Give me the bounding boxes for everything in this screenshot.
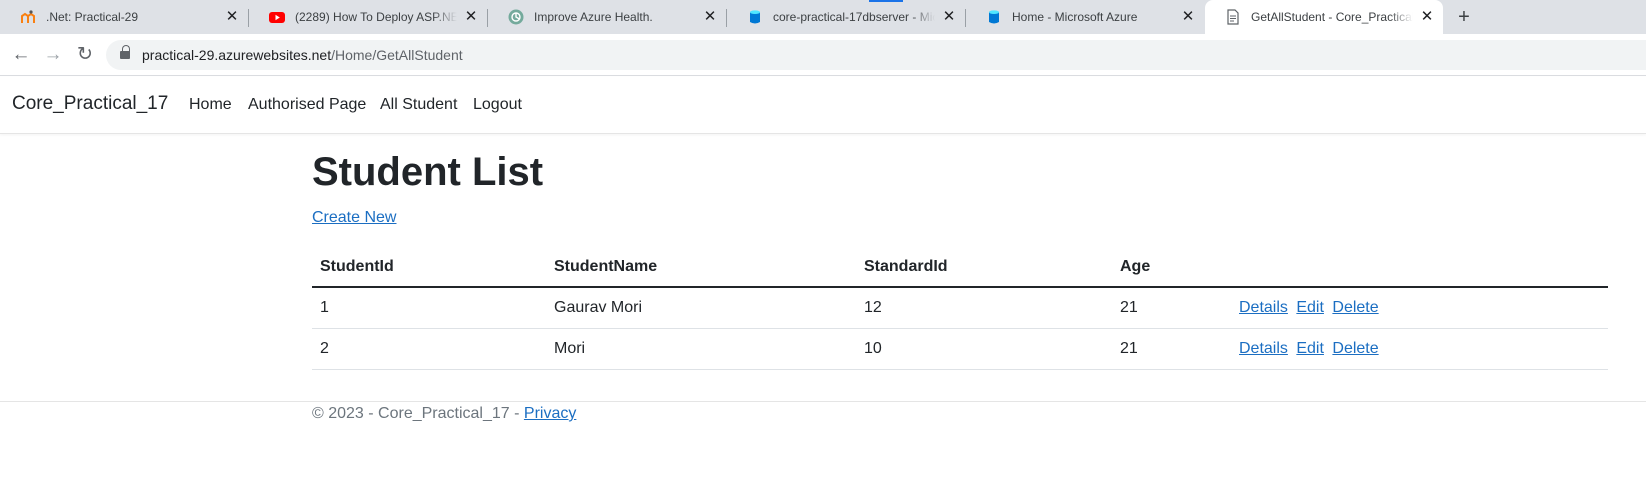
close-icon[interactable]: ✕ [224,9,240,25]
url-text[interactable]: practical-29.azurewebsites.net/Home/GetA… [142,47,463,63]
page-title: Student List [312,150,544,194]
moodle-icon [20,9,36,25]
tab-chatgpt[interactable]: Improve Azure Health. ✕ [488,0,726,34]
tab-moodle[interactable]: .Net: Practical-29 ✕ [0,0,248,34]
chatgpt-icon [508,9,524,25]
table-row: 2 Mori 10 21 Details Edit Delete [312,328,1608,370]
edit-link[interactable]: Edit [1296,340,1324,357]
azure-sql-icon [747,9,763,25]
create-new-link[interactable]: Create New [312,209,396,227]
tab-getallstudent[interactable]: GetAllStudent - Core_Practical_17 ✕ [1205,0,1443,34]
cell-studentid: 1 [312,287,546,329]
delete-link[interactable]: Delete [1332,299,1378,316]
close-icon[interactable]: ✕ [702,9,718,25]
site-brand[interactable]: Core_Practical_17 [12,93,168,115]
close-icon[interactable]: ✕ [941,9,957,25]
column-header-standardid: StandardId [856,247,1112,288]
cell-standardid: 12 [856,287,1112,329]
nav-logout[interactable]: Logout [473,96,522,114]
reload-icon[interactable]: ↻ [72,42,98,68]
site-footer: © 2023 - Core_Practical_17 - Privacy [312,405,576,423]
azure-icon [986,9,1002,25]
tab-title: core-practical-17dbserver - Micro [773,10,935,24]
new-tab-button[interactable]: + [1452,5,1476,29]
delete-link[interactable]: Delete [1332,340,1378,357]
forward-icon[interactable]: → [40,42,66,68]
table-header-row: StudentId StudentName StandardId Age [312,247,1608,288]
cell-studentname: Mori [546,328,856,370]
column-header-actions [1231,247,1608,288]
tab-title: (2289) How To Deploy ASP.NET A [295,10,457,24]
edit-link[interactable]: Edit [1296,299,1324,316]
cell-standardid: 10 [856,328,1112,370]
footer-divider [0,401,1646,402]
privacy-link[interactable]: Privacy [524,405,576,422]
tab-azure-sql[interactable]: core-practical-17dbserver - Micro ✕ [727,0,965,34]
page-icon [1225,9,1241,25]
column-header-studentid: StudentId [312,247,546,288]
nav-all-student[interactable]: All Student [380,96,457,114]
close-icon[interactable]: ✕ [463,9,479,25]
tab-azure-home[interactable]: Home - Microsoft Azure ✕ [966,0,1204,34]
url-host: practical-29.azurewebsites.net [142,47,332,63]
cell-actions: Details Edit Delete [1231,328,1608,370]
footer-copyright: © 2023 - Core_Practical_17 - [312,405,520,422]
table-row: 1 Gaurav Mori 12 21 Details Edit Delete [312,287,1608,329]
close-icon[interactable]: ✕ [1180,9,1196,25]
column-header-studentname: StudentName [546,247,856,288]
cell-studentid: 2 [312,328,546,370]
cell-studentname: Gaurav Mori [546,287,856,329]
address-bar[interactable]: practical-29.azurewebsites.net/Home/GetA… [106,40,1646,70]
student-table: StudentId StudentName StandardId Age 1 G… [312,247,1608,370]
cell-age: 21 [1112,287,1231,329]
nav-home[interactable]: Home [189,96,232,114]
tab-title: GetAllStudent - Core_Practical_17 [1251,10,1413,24]
tab-youtube[interactable]: (2289) How To Deploy ASP.NET A ✕ [249,0,487,34]
tab-title: Improve Azure Health. [534,10,653,24]
back-icon[interactable]: ← [8,42,34,68]
cell-actions: Details Edit Delete [1231,287,1608,329]
youtube-icon [269,9,285,25]
details-link[interactable]: Details [1239,299,1288,316]
column-header-age: Age [1112,247,1231,288]
browser-toolbar: ← → ↻ practical-29.azurewebsites.net/Hom… [0,34,1646,76]
cell-age: 21 [1112,328,1231,370]
details-link[interactable]: Details [1239,340,1288,357]
tab-title: .Net: Practical-29 [46,10,139,24]
site-navbar: Core_Practical_17 Home Authorised Page A… [0,77,1646,134]
close-icon[interactable]: ✕ [1419,9,1435,25]
lock-icon[interactable] [120,45,130,60]
nav-authorised-page[interactable]: Authorised Page [248,96,366,114]
url-path: /Home/GetAllStudent [331,47,463,63]
tab-title: Home - Microsoft Azure [1012,10,1138,24]
tab-strip: .Net: Practical-29 ✕ (2289) How To Deplo… [0,0,1646,34]
